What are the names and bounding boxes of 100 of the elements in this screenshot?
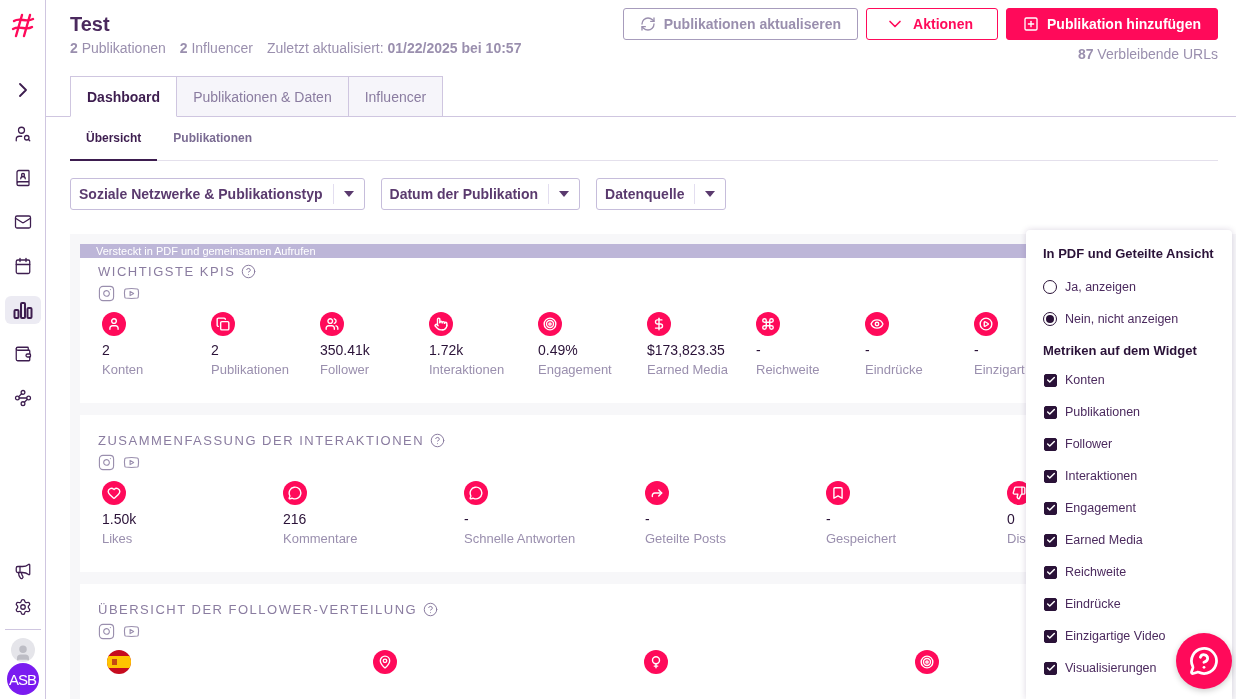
metric-label: Konten [102,362,145,377]
filter-dropdown[interactable]: Soziale Netzwerke & Publikationstyp [70,178,365,210]
map-pin-icon [373,650,397,674]
tab[interactable]: Publikationen & Daten [177,76,349,117]
metric-label: Kommentare [283,531,359,546]
female-icon [644,650,668,674]
help-icon [1189,646,1219,676]
comment-icon [464,481,488,505]
metric-value: 0 [1007,511,1016,527]
instagram-icon [98,285,115,302]
checkbox[interactable] [1044,373,1057,387]
checkbox-option[interactable]: Follower [1043,428,1113,460]
refresh-icon [639,16,656,32]
caret-icon [705,191,716,197]
metric-label: Reichweite [756,362,821,377]
checkbox[interactable] [1044,469,1057,483]
stat-text: 2 Publikationen [70,40,166,56]
remaining-urls: 87 Verbleibende URLs [1077,46,1218,62]
plus-square-icon [1023,16,1039,32]
metric-label: Engagement [538,362,613,377]
checkbox-option[interactable]: Einzigartige Video [1043,620,1166,652]
tab[interactable]: Influencer [348,76,444,117]
metric-value: $173,823.35 [647,342,726,358]
metric-label: Geteilte Posts [645,531,727,546]
checkbox-option[interactable]: Konten [1043,364,1105,396]
checkbox-option[interactable]: Eindrücke [1043,588,1121,620]
logo-icon[interactable] [9,12,36,38]
subtab[interactable]: Publikationen [157,117,269,161]
metric-label: Interaktionen [429,362,506,377]
mail-icon [13,213,32,231]
checkbox-option[interactable]: Interaktionen [1043,460,1138,492]
metric-label: Follower [320,362,371,377]
metric-label: Eindrücke [865,362,924,377]
checkbox-option[interactable]: Engagement [1043,492,1136,524]
caret-icon [559,191,570,197]
metric-value: - [645,511,651,527]
metric-value: - [865,342,871,358]
bookmark-icon [826,481,850,505]
help-icon[interactable] [241,264,257,279]
megaphone-icon [13,562,32,580]
metric-value: - [974,342,980,358]
share-icon [645,481,669,505]
metric-value: - [464,511,470,527]
checkbox[interactable] [1044,629,1057,643]
checkbox[interactable] [1044,533,1057,547]
calendar-icon [13,257,32,275]
checkbox[interactable] [1044,405,1057,419]
youtube-icon [123,285,140,302]
checkbox-option[interactable]: Visualisierungen [1043,652,1157,684]
filter-dropdown[interactable]: Datum der Publikation [380,178,581,210]
filter-dropdown[interactable]: Datenquelle [596,178,727,210]
checkbox[interactable] [1044,565,1057,579]
tab[interactable]: Dashboard [70,76,178,117]
metric-label: Gespeichert [826,531,898,546]
action-button[interactable]: Publikation hinzufügen [1006,8,1218,40]
instagram-icon [98,623,115,640]
metric-value: 2 [102,342,111,358]
stat-text: Zuletzt aktualisiert: 01/22/2025 bei 10:57 [266,40,522,56]
stat-text: 2 Influencer [179,40,253,56]
dollar-icon [647,312,671,336]
checkbox[interactable] [1044,501,1057,515]
users-icon [320,312,344,336]
metric-value: 216 [283,511,308,527]
checkbox[interactable] [1044,437,1057,451]
pointer-icon [429,312,453,336]
help-icon[interactable] [423,602,439,617]
help-icon[interactable] [430,433,446,448]
action-button[interactable]: Aktionen [866,8,998,40]
caret-icon [343,191,354,197]
subtab[interactable]: Übersicht [70,117,158,161]
radio-option[interactable]: Nein, nicht anzeigen [1043,303,1179,335]
widget-title: WICHTIGSTE KPIS [98,264,236,279]
metric-value: 2 [211,342,220,358]
network-icon [13,389,32,407]
expand-icon [18,83,27,97]
checkbox-option[interactable]: Publikationen [1043,396,1141,428]
target-icon [915,650,939,674]
metric-value: - [756,342,762,358]
checkbox[interactable] [1044,597,1057,611]
radio-option[interactable]: Ja, anzeigen [1043,271,1136,303]
settings-icon [13,598,32,616]
target-icon [538,312,562,336]
panel-subtitle: Metriken auf dem Widget [1043,343,1198,358]
metric-value: 1.72k [429,342,465,358]
account-avatar[interactable]: ASB [6,663,39,695]
checkbox[interactable] [1044,661,1057,675]
checkbox-option[interactable]: Earned Media [1043,524,1143,556]
bar-chart-icon [12,301,33,319]
checkbox-option[interactable]: Reichweite [1043,556,1127,588]
contacts-icon [13,169,32,187]
youtube-icon [123,454,140,471]
metric-label: Einzigart [974,362,1026,377]
metric-value: 0.49% [538,342,579,358]
metric-label: Likes [102,531,134,546]
command-icon [756,312,780,336]
metric-label: Dis [1007,531,1026,546]
sidebar-item[interactable] [4,296,41,324]
widget-title: ÜBERSICHT DER FOLLOWER-VERTEILUNG [98,602,418,617]
play-icon [974,312,998,336]
metric-label: Publikationen [211,362,291,377]
